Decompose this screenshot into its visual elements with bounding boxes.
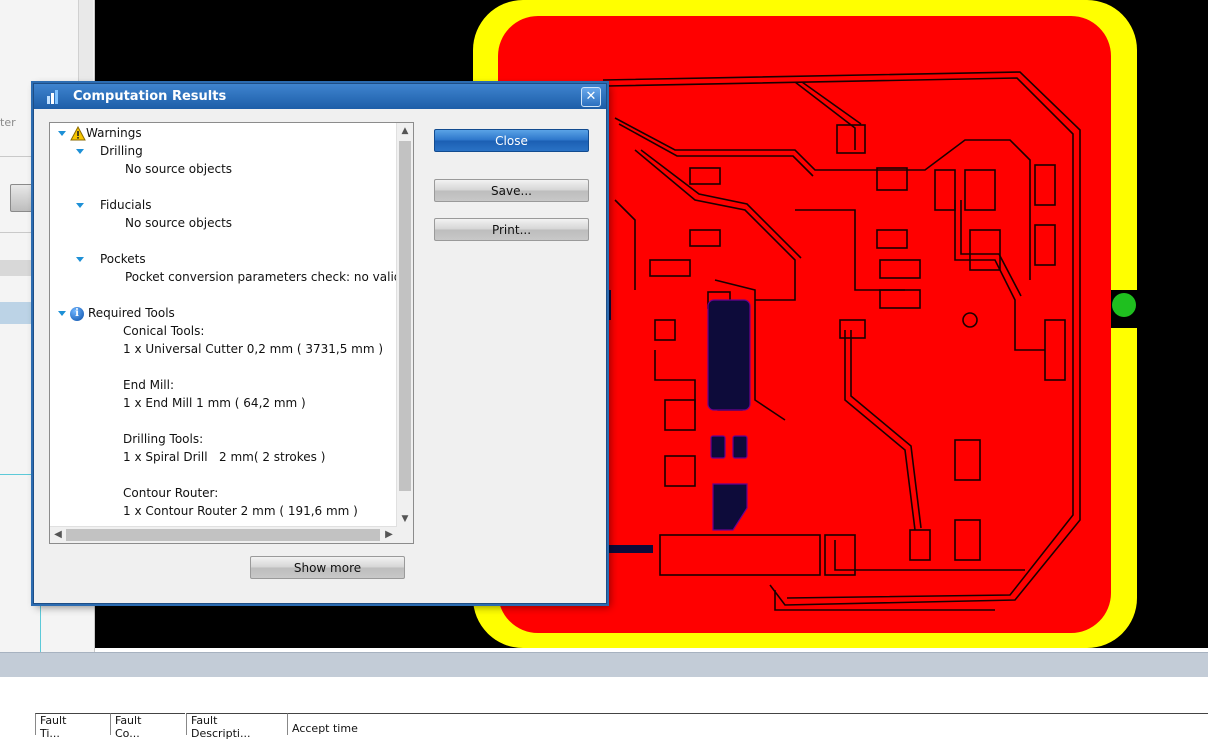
dialog-title: Computation Results <box>73 89 227 104</box>
warning-icon <box>70 126 86 141</box>
divider <box>40 600 41 652</box>
tool-section-heading[interactable]: Conical Tools: <box>123 324 204 338</box>
tree-node-label: Fiducials <box>100 198 152 212</box>
tree-node-message[interactable]: No source objects <box>125 162 232 176</box>
tree-node-warnings[interactable]: Warnings <box>58 126 142 141</box>
scroll-right-icon[interactable]: ▶ <box>381 527 397 543</box>
tool-section-heading[interactable]: Drilling Tools: <box>123 432 203 446</box>
tool-section-detail[interactable]: 1 x Universal Cutter 0,2 mm ( 3731,5 mm … <box>123 342 383 356</box>
tree-node-label: Required Tools <box>88 306 175 320</box>
left-panel-scrollbar[interactable] <box>78 0 93 84</box>
close-button[interactable]: Close <box>434 129 589 152</box>
save-button[interactable]: Save... <box>434 179 589 202</box>
expand-arrow-icon[interactable] <box>58 131 66 136</box>
tree-node-pockets[interactable]: Pockets <box>76 252 146 266</box>
scroll-up-icon[interactable]: ▲ <box>397 123 413 139</box>
tool-section-detail[interactable]: 1 x End Mill 1 mm ( 64,2 mm ) <box>123 396 306 410</box>
print-button[interactable]: Print... <box>434 218 589 241</box>
status-bar <box>0 652 1208 678</box>
tree-node-label: Pockets <box>100 252 146 266</box>
tree-node-label: Drilling <box>100 144 143 158</box>
tool-section-detail[interactable]: 1 x Contour Router 2 mm ( 191,6 mm ) <box>123 504 358 518</box>
expand-arrow-icon[interactable] <box>58 311 66 316</box>
grid-header-accept-time[interactable]: Accept time <box>287 713 1208 735</box>
computation-results-dialog: Computation Results ✕ Warnings Drilling … <box>33 83 607 604</box>
scroll-thumb[interactable] <box>399 141 411 491</box>
dialog-body: Warnings Drilling No source objects Fidu… <box>37 109 603 600</box>
info-icon: i <box>70 306 84 321</box>
pad-marker <box>1112 293 1136 317</box>
tree-node-fiducials[interactable]: Fiducials <box>76 198 151 212</box>
tool-section-heading[interactable]: Contour Router: <box>123 486 218 500</box>
tree-node-message[interactable]: No source objects <box>125 216 232 230</box>
tree-horizontal-scrollbar[interactable]: ◀ ▶ <box>50 526 397 543</box>
scroll-left-icon[interactable]: ◀ <box>50 527 66 543</box>
grid-header-fault-time[interactable]: Fault Ti... <box>35 713 110 740</box>
scrollbar-corner <box>397 527 413 543</box>
results-tree[interactable]: Warnings Drilling No source objects Fidu… <box>49 122 414 544</box>
tree-node-label: Warnings <box>86 126 142 140</box>
show-more-button[interactable]: Show more <box>250 556 405 579</box>
grid-header-fault-description[interactable]: Fault Descripti... <box>186 713 287 740</box>
tree-node-required-tools[interactable]: i Required Tools <box>58 306 175 321</box>
dialog-titlebar[interactable]: Computation Results ✕ <box>34 84 606 109</box>
tree-node-drilling[interactable]: Drilling <box>76 144 143 158</box>
fault-grid: Fault Ti... Fault Co... Fault Descripti.… <box>0 677 1208 740</box>
tree-node-message[interactable]: Pocket conversion parameters check: no v… <box>125 270 413 284</box>
expand-arrow-icon[interactable] <box>76 149 84 154</box>
left-panel-label-fragment: ter <box>0 116 16 129</box>
expand-arrow-icon[interactable] <box>76 203 84 208</box>
tool-section-detail[interactable]: 1 x Spiral Drill 2 mm( 2 strokes ) <box>123 450 325 464</box>
tool-section-heading[interactable]: End Mill: <box>123 378 174 392</box>
expand-arrow-icon[interactable] <box>76 257 84 262</box>
tree-vertical-scrollbar[interactable]: ▲ ▼ <box>396 123 413 527</box>
close-icon[interactable]: ✕ <box>581 87 601 107</box>
scroll-down-icon[interactable]: ▼ <box>397 511 413 527</box>
app-icon <box>47 90 58 104</box>
scroll-thumb[interactable] <box>66 529 380 541</box>
grid-header-fault-code[interactable]: Fault Co... <box>110 713 185 740</box>
